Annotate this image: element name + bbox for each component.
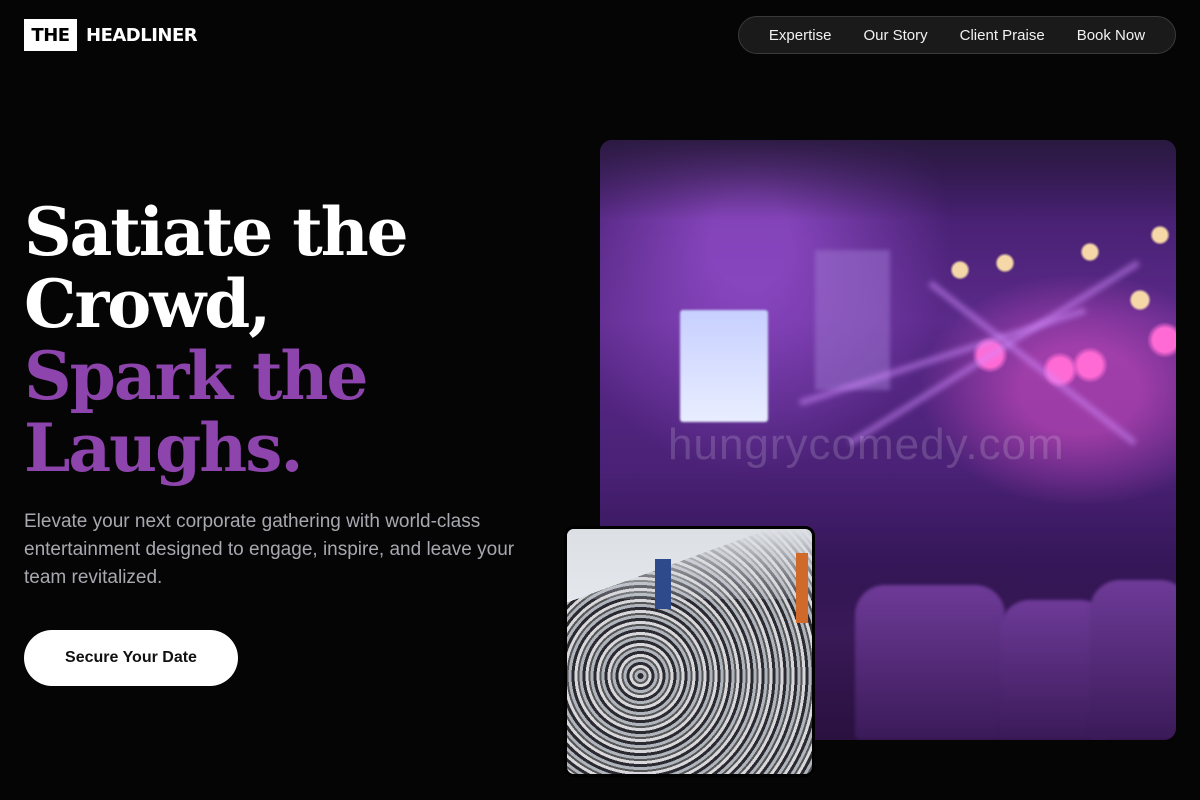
nav-link-our-story[interactable]: Our Story bbox=[847, 27, 943, 44]
stage-screen bbox=[680, 310, 768, 422]
crowd-photo bbox=[564, 526, 815, 777]
stage-truss bbox=[600, 140, 1176, 220]
main-nav: Expertise Our Story Client Praise Book N… bbox=[738, 16, 1176, 54]
brand-logo[interactable]: THE HEADLINER bbox=[24, 19, 198, 51]
chair bbox=[855, 585, 1005, 740]
headline-line-1: Satiate the bbox=[24, 193, 409, 271]
light-beam bbox=[848, 260, 1140, 446]
nav-link-client-praise[interactable]: Client Praise bbox=[944, 27, 1061, 44]
logo-box: THE bbox=[24, 19, 77, 51]
secure-your-date-button[interactable]: Secure Your Date bbox=[24, 630, 238, 686]
headline-line-4: Laughs. bbox=[24, 409, 303, 487]
crowd-photo-banner bbox=[655, 559, 671, 609]
hero-headline: Satiate the Crowd, Spark the Laughs. bbox=[24, 193, 409, 487]
logo-wordmark: HEADLINER bbox=[86, 24, 198, 46]
crowd-photo-wall bbox=[567, 529, 812, 599]
crowd-photo-banner bbox=[796, 553, 808, 623]
stage-screen-blur bbox=[815, 250, 890, 390]
headline-line-3: Spark the bbox=[24, 337, 369, 415]
image-watermark: hungrycomedy.com bbox=[668, 420, 1065, 469]
headline-line-2: Crowd, bbox=[24, 265, 271, 343]
nav-link-book-now[interactable]: Book Now bbox=[1061, 27, 1161, 44]
chair bbox=[1090, 580, 1176, 740]
hero-lede: Elevate your next corporate gathering wi… bbox=[24, 511, 515, 588]
nav-link-expertise[interactable]: Expertise bbox=[753, 27, 848, 44]
